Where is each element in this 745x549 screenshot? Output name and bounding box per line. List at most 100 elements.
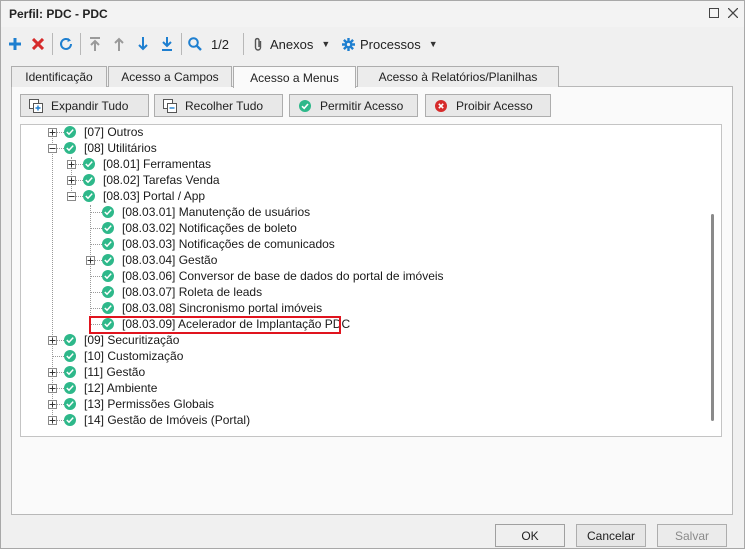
collapse-all-label: Recolher Tudo [185,98,264,113]
expand-node-icon[interactable] [67,160,76,169]
check-circle-icon[interactable] [102,222,114,234]
toolbar-separator [181,33,182,55]
check-circle-icon[interactable] [102,302,114,314]
search-icon[interactable] [186,33,204,55]
tree-node-label[interactable]: [08.02] Tarefas Venda [103,173,220,187]
tree-node-label[interactable]: [07] Outros [84,125,143,139]
tree-node-label[interactable]: [11] Gestão [84,365,145,379]
tree-node-label[interactable]: [10] Customização [84,349,183,363]
close-icon[interactable] [724,4,742,22]
tree-node-label[interactable]: [08.03.08] Sincronismo portal imóveis [122,301,322,315]
highlight-box [89,316,341,334]
tree-node-label[interactable]: [08.03] Portal / App [103,189,205,203]
tree-node-label[interactable]: [08.03.02] Notificações de boleto [122,221,297,235]
tree-node-label[interactable]: [08.03.01] Manutenção de usuários [122,205,310,219]
expand-node-icon[interactable] [48,368,57,377]
deny-access-label: Proibir Acesso [456,98,533,113]
tree-guide-line [90,228,102,229]
collapse-node-icon[interactable] [48,144,57,153]
check-circle-icon[interactable] [64,366,76,378]
move-bottom-icon[interactable] [159,33,175,55]
check-circle-icon[interactable] [102,238,114,250]
tree-node-label[interactable]: [08] Utilitários [84,141,157,155]
tree-guide-line [90,212,102,213]
expand-node-icon[interactable] [48,400,57,409]
check-circle-icon[interactable] [83,190,95,202]
delete-icon[interactable] [30,33,46,55]
tree-node-label[interactable]: [14] Gestão de Imóveis (Portal) [84,413,250,427]
tab-acesso-menus[interactable]: Acesso a Menus [233,66,356,88]
paperclip-icon [254,37,262,51]
expand-all-label: Expandir Tudo [51,98,129,113]
add-icon[interactable] [7,33,23,55]
tree-node-label[interactable]: [09] Securitização [84,333,179,347]
tree-node-label[interactable]: [08.03.03] Notificações de comunicados [122,237,335,251]
expand-node-icon[interactable] [48,416,57,425]
tree-node-label[interactable]: [08.03.04] Gestão [122,253,217,267]
chevron-down-icon: ▼ [321,39,331,49]
collapse-all-button[interactable]: Recolher Tudo [154,94,283,117]
tree-guide-line [90,244,102,245]
move-down-icon[interactable] [135,33,151,55]
title-bar: Perfil: PDC - PDC [1,1,744,27]
toolbar-separator [243,33,244,55]
maximize-icon[interactable] [705,4,723,22]
expand-node-icon[interactable] [48,384,57,393]
deny-circle-icon [434,99,448,113]
ok-button[interactable]: OK [495,524,565,547]
tree-node-label[interactable]: [08.03.07] Roleta de leads [122,285,262,299]
processos-button[interactable]: Processos ▼ [342,33,442,55]
expand-node-icon[interactable] [67,176,76,185]
tab-acesso-campos[interactable]: Acesso a Campos [108,66,232,87]
expand-all-icon [29,98,43,113]
tree-node-label[interactable]: [12] Ambiente [84,381,157,395]
move-top-icon[interactable] [87,33,103,55]
toolbar-separator [52,33,53,55]
check-circle-icon[interactable] [102,206,114,218]
move-up-icon[interactable] [111,33,127,55]
check-circle-icon[interactable] [64,398,76,410]
page-indicator: 1/2 [210,36,230,52]
tree-node-label[interactable]: [08.01] Ferramentas [103,157,211,171]
deny-access-button[interactable]: Proibir Acesso [425,94,551,117]
anexos-button[interactable]: Anexos ▼ [253,33,331,55]
check-circle-icon[interactable] [102,254,114,266]
tab-identificacao[interactable]: Identificação [11,66,107,87]
check-circle-icon[interactable] [64,350,76,362]
check-circle-icon[interactable] [64,142,76,154]
tree-guide-line [52,132,53,421]
collapse-node-icon[interactable] [67,192,76,201]
gear-icon [342,37,355,51]
window-title: Perfil: PDC - PDC [9,7,108,21]
check-circle-icon[interactable] [102,286,114,298]
check-circle-icon[interactable] [64,382,76,394]
tree-node-label[interactable]: [13] Permissões Globais [84,397,214,411]
check-circle-icon[interactable] [83,174,95,186]
expand-node-icon[interactable] [48,128,57,137]
cancel-button[interactable]: Cancelar [576,524,646,547]
check-circle-icon[interactable] [83,158,95,170]
anexos-label: Anexos [270,36,314,52]
collapse-all-icon [163,98,177,113]
tree-scrollbar[interactable] [711,214,714,421]
expand-node-icon[interactable] [48,336,57,345]
expand-all-button[interactable]: Expandir Tudo [20,94,149,117]
toolbar: 1/2 Anexos ▼ Processos ▼ [1,29,744,59]
check-circle-icon[interactable] [64,334,76,346]
allow-access-label: Permitir Acesso [320,98,404,113]
allow-access-button[interactable]: Permitir Acesso [289,94,418,117]
tree-guide-line [52,356,64,357]
expand-node-icon[interactable] [86,256,95,265]
chevron-down-icon: ▼ [428,39,438,49]
refresh-icon[interactable] [57,33,75,55]
save-button[interactable]: Salvar [657,524,727,547]
check-circle-icon[interactable] [64,414,76,426]
tab-acesso-relatorios[interactable]: Acesso à Relatórios/Planilhas [357,66,559,87]
toolbar-separator [80,33,81,55]
tree-guide-line [90,205,91,325]
check-circle-icon [298,99,312,113]
check-circle-icon[interactable] [64,126,76,138]
tree-guide-line [90,308,102,309]
check-circle-icon[interactable] [102,270,114,282]
tree-node-label[interactable]: [08.03.06] Conversor de base de dados do… [122,269,444,283]
